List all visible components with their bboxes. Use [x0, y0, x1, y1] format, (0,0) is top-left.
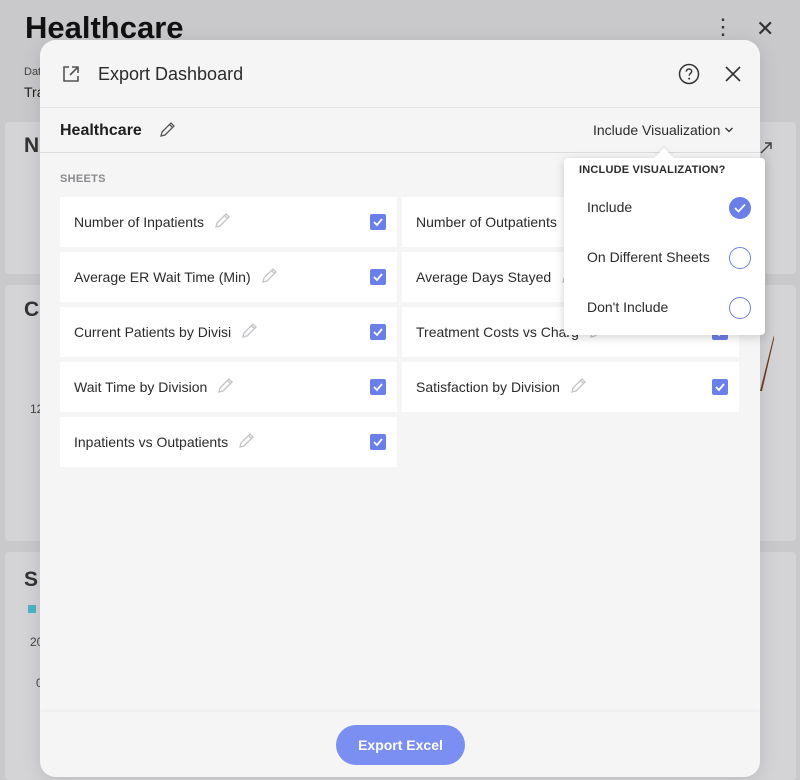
sheet-checkbox[interactable]	[370, 214, 386, 230]
include-visualization-popup: INCLUDE VISUALIZATION? Include On Differe…	[564, 148, 765, 335]
sheet-label: Wait Time by Division	[74, 379, 208, 395]
edit-sheet-pencil-icon[interactable]	[259, 266, 279, 286]
visualization-option[interactable]: On Different Sheets	[564, 233, 765, 283]
edit-sheet-pencil-icon[interactable]	[215, 376, 235, 396]
sheet-label: Satisfaction by Division	[416, 379, 560, 395]
sheet-checkbox[interactable]	[370, 269, 386, 285]
edit-sheet-pencil-icon[interactable]	[212, 211, 232, 231]
sheet-checkbox[interactable]	[370, 324, 386, 340]
dashboard-name-bar: Healthcare Include Visualization	[40, 108, 760, 153]
modal-header: Export Dashboard	[40, 40, 760, 108]
visualization-option-label: Don't Include	[587, 299, 669, 315]
sheet-label: Average ER Wait Time (Min)	[74, 269, 251, 285]
bg-card-1-title: N	[24, 134, 40, 157]
sheet-label: Inpatients vs Outpatients	[74, 434, 229, 450]
export-excel-button[interactable]: Export Excel	[336, 725, 465, 765]
sheet-label: Treatment Costs vs Charg	[416, 324, 579, 340]
modal-title: Export Dashboard	[98, 64, 244, 84]
bg-chart-fragment	[760, 335, 774, 391]
close-dashboard-icon[interactable]: ✕	[756, 16, 774, 42]
sheet-label: Number of Outpatients	[416, 214, 557, 230]
edit-sheet-pencil-icon[interactable]	[568, 376, 588, 396]
sheet-label: Average Days Stayed	[416, 269, 552, 285]
sheet-item[interactable]: Number of Inpatients	[60, 197, 397, 247]
sheets-section-header: SHEETS	[60, 173, 106, 185]
include-visualization-dropdown[interactable]: Include Visualization	[593, 122, 734, 138]
visualization-option[interactable]: Include	[564, 183, 765, 233]
more-options-icon[interactable]: ⋮	[712, 14, 734, 40]
sheet-label: Number of Inpatients	[74, 214, 204, 230]
bg-legend-swatch	[28, 605, 36, 613]
radio-unselected-icon[interactable]	[729, 297, 751, 319]
radio-unselected-icon[interactable]	[729, 247, 751, 269]
sheet-item[interactable]: Satisfaction by Division	[402, 362, 739, 412]
sheet-label: Current Patients by Divisi	[74, 324, 232, 340]
export-dashboard-modal: Export Dashboard Healthcare Include Visu…	[40, 40, 760, 777]
sheet-item[interactable]: Wait Time by Division	[60, 362, 397, 412]
popup-title: INCLUDE VISUALIZATION?	[579, 164, 726, 176]
sheet-checkbox[interactable]	[370, 379, 386, 395]
help-icon[interactable]	[678, 63, 700, 85]
chevron-down-icon	[725, 127, 734, 133]
visualization-option-label: On Different Sheets	[587, 249, 710, 265]
sheet-checkbox[interactable]	[370, 434, 386, 450]
sheet-item[interactable]: Inpatients vs Outpatients	[60, 417, 397, 467]
export-icon	[63, 66, 79, 82]
include-visualization-label: Include Visualization	[593, 122, 721, 138]
bg-card-3-title: S	[24, 568, 39, 591]
modal-footer: Export Excel	[40, 712, 760, 777]
edit-sheet-pencil-icon[interactable]	[239, 321, 259, 341]
radio-selected-icon[interactable]	[729, 197, 751, 219]
edit-name-pencil-icon[interactable]	[157, 120, 177, 140]
bg-date-label: Dat	[24, 66, 42, 78]
visualization-option[interactable]: Don't Include	[564, 283, 765, 333]
sheet-item[interactable]: Average ER Wait Time (Min)	[60, 252, 397, 302]
dashboard-name: Healthcare	[60, 122, 142, 139]
edit-sheet-pencil-icon[interactable]	[236, 431, 256, 451]
sheet-checkbox[interactable]	[712, 379, 728, 395]
visualization-option-label: Include	[587, 199, 633, 215]
sheet-item[interactable]: Current Patients by Divisi	[60, 307, 397, 357]
bg-card-2-title: C	[24, 298, 40, 321]
close-icon[interactable]	[723, 64, 743, 84]
bg-expand-icon	[760, 142, 772, 154]
